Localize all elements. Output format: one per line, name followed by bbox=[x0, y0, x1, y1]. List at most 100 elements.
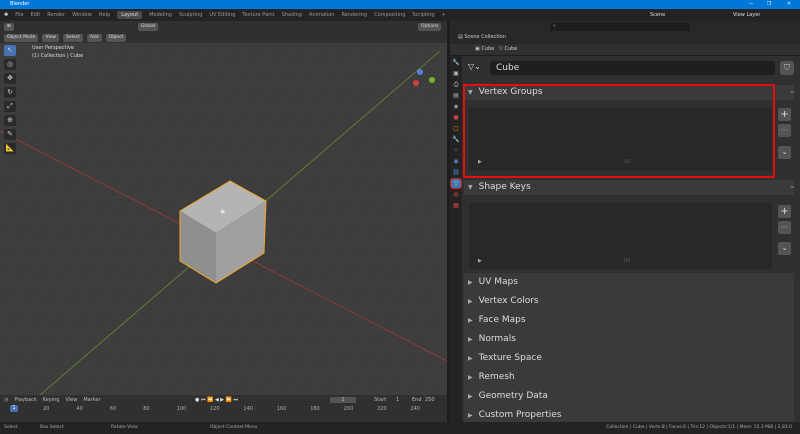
mesh-data-tab-icon[interactable]: ▽ bbox=[450, 178, 462, 189]
tab-layout[interactable]: Layout bbox=[117, 11, 143, 19]
panel-title: Vertex Colors bbox=[478, 296, 539, 306]
drag-handle-icon[interactable]: ═ bbox=[790, 184, 794, 191]
measure-tool-icon[interactable]: 📐 bbox=[4, 143, 16, 154]
start-frame-field[interactable]: 1 bbox=[396, 397, 399, 403]
panel-remesh[interactable]: ▶ Remesh bbox=[464, 368, 794, 387]
scene-collection-label: Scene Collection bbox=[464, 34, 506, 40]
material-tab-icon[interactable]: ◍ bbox=[451, 190, 461, 199]
scene-selector[interactable]: Scene bbox=[650, 12, 665, 18]
panel-custom-properties[interactable]: ▶ Custom Properties bbox=[464, 406, 794, 422]
maximize-button[interactable]: ❐ bbox=[762, 0, 776, 9]
breadcrumb-object[interactable]: Cube bbox=[481, 46, 494, 52]
modifier-tab-icon[interactable]: 🔧 bbox=[451, 135, 461, 144]
panel-title: Texture Space bbox=[478, 353, 542, 363]
menu-object[interactable]: Object bbox=[105, 33, 127, 42]
tab-scripting[interactable]: Scripting bbox=[412, 12, 434, 18]
tab-uv-editing[interactable]: UV Editing bbox=[209, 12, 235, 18]
outliner-scene-collection[interactable]: ▤ Scene Collection bbox=[458, 34, 506, 40]
move-tool-icon[interactable]: ✥ bbox=[4, 73, 16, 84]
menu-render[interactable]: Render bbox=[47, 12, 65, 18]
end-frame-field[interactable]: 250 bbox=[425, 397, 435, 403]
menu-view[interactable]: View bbox=[42, 33, 60, 42]
object-tab-icon[interactable]: ▢ bbox=[451, 124, 461, 133]
menu-help[interactable]: Help bbox=[99, 12, 110, 18]
timeline[interactable]: ◷ Playback Keying View Marker ● ⏮ ⏪ ◀ ▶ … bbox=[0, 395, 447, 422]
view-layer-selector[interactable]: View Layer bbox=[733, 12, 760, 18]
breadcrumb-mesh[interactable]: Cube bbox=[504, 46, 517, 52]
annotate-tool-icon[interactable]: ✎ bbox=[4, 129, 16, 140]
expand-filter-icon[interactable]: ▶ bbox=[478, 258, 482, 264]
remove-vertex-group-button[interactable]: − bbox=[778, 124, 791, 137]
output-tab-icon[interactable]: ⎙ bbox=[451, 80, 461, 89]
view-layer-tab-icon[interactable]: ▤ bbox=[451, 91, 461, 100]
panel-vertex-colors[interactable]: ▶ Vertex Colors bbox=[464, 292, 794, 311]
rotate-tool-icon[interactable]: ↻ bbox=[4, 87, 16, 98]
menu-playback[interactable]: Playback bbox=[14, 397, 36, 403]
status-box-select: Box Select bbox=[40, 425, 64, 430]
cursor-tool-icon[interactable]: ◎ bbox=[4, 59, 16, 70]
frame-tick-label: 240 bbox=[410, 406, 420, 412]
tab-sculpting[interactable]: Sculpting bbox=[179, 12, 202, 18]
panel-uv-maps[interactable]: ▶ UV Maps bbox=[464, 273, 794, 292]
scale-tool-icon[interactable]: ⤢ bbox=[4, 101, 16, 112]
orientation-dropdown[interactable]: Global bbox=[137, 22, 159, 31]
remove-shape-key-button[interactable]: − bbox=[778, 221, 791, 234]
menu-keying[interactable]: Keying bbox=[43, 397, 60, 403]
3d-viewport[interactable]: ✴ ⊞ Global Options Object Mode View Sele… bbox=[0, 21, 447, 395]
transform-tool-icon[interactable]: ⊕ bbox=[4, 115, 16, 126]
tab-animation[interactable]: Animation bbox=[309, 12, 335, 18]
mode-dropdown[interactable]: Object Mode bbox=[4, 33, 39, 42]
vertex-group-specials-button[interactable]: ⌄ bbox=[778, 146, 791, 159]
menu-marker[interactable]: Marker bbox=[83, 397, 100, 403]
mesh-name-field[interactable]: Cube bbox=[490, 61, 775, 75]
properties-breadcrumb: ▣ Cube ▽ Cube bbox=[450, 44, 800, 55]
tab-modeling[interactable]: Modeling bbox=[149, 12, 172, 18]
add-workspace-button[interactable]: + bbox=[442, 12, 446, 18]
panel-texture-space[interactable]: ▶ Texture Space bbox=[464, 349, 794, 368]
options-dropdown[interactable]: Options bbox=[418, 22, 442, 31]
outliner-search-input[interactable]: ⌕ bbox=[550, 23, 690, 31]
render-tab-icon[interactable]: ▣ bbox=[451, 69, 461, 78]
menu-add[interactable]: Add bbox=[86, 33, 102, 42]
panel-shape-keys-header[interactable]: ▼ Shape Keys bbox=[464, 180, 794, 195]
playback-controls[interactable]: ● ⏮ ⏪ ◀ ▶ ⏩ ⏭ bbox=[195, 397, 238, 403]
menu-view[interactable]: View bbox=[65, 397, 77, 403]
world-tab-icon[interactable]: ● bbox=[451, 113, 461, 122]
mesh-icon: ▽⌄ bbox=[468, 62, 481, 71]
frame-tick-label: 40 bbox=[76, 406, 83, 412]
menu-select[interactable]: Select bbox=[63, 33, 83, 42]
physics-tab-icon[interactable]: ◉ bbox=[451, 157, 461, 166]
fake-user-shield-icon[interactable]: ⛉ bbox=[780, 61, 794, 75]
viewport-tool-header: Object Mode View Select Add Object bbox=[0, 32, 447, 43]
menu-window[interactable]: Window bbox=[72, 12, 92, 18]
editor-type-button[interactable]: ⊞ bbox=[4, 22, 14, 31]
resize-grip-icon[interactable]: ⁞⁞⁞⁞ bbox=[624, 258, 630, 264]
select-tool-icon[interactable]: ↖ bbox=[4, 45, 16, 56]
drag-handle-icon[interactable]: ═ bbox=[790, 89, 794, 96]
panel-face-maps[interactable]: ▶ Face Maps bbox=[464, 311, 794, 330]
menu-file[interactable]: File bbox=[15, 12, 23, 18]
menu-edit[interactable]: Edit bbox=[31, 12, 41, 18]
scene-tab-icon[interactable]: ◈ bbox=[451, 102, 461, 111]
current-frame-field[interactable]: 1 bbox=[330, 396, 356, 403]
shape-key-specials-button[interactable]: ⌄ bbox=[778, 242, 791, 255]
tab-compositing[interactable]: Compositing bbox=[374, 12, 405, 18]
shape-keys-list[interactable]: ▶ ⁞⁞⁞⁞ bbox=[469, 203, 772, 269]
minimize-button[interactable]: — bbox=[744, 0, 758, 9]
tool-tab-icon[interactable]: 🔧 bbox=[451, 58, 461, 67]
editor-type-icon[interactable]: ◷ bbox=[4, 397, 8, 403]
panel-geometry-data[interactable]: ▶ Geometry Data bbox=[464, 387, 794, 406]
tab-shading[interactable]: Shading bbox=[282, 12, 302, 18]
add-shape-key-button[interactable]: + bbox=[778, 205, 791, 218]
particles-tab-icon[interactable]: ⁘ bbox=[451, 146, 461, 155]
blender-logo-icon[interactable]: ✺ bbox=[4, 12, 8, 18]
tab-rendering[interactable]: Rendering bbox=[341, 12, 367, 18]
panel-normals[interactable]: ▶ Normals bbox=[464, 330, 794, 349]
add-vertex-group-button[interactable]: + bbox=[778, 108, 791, 121]
tab-texture-paint[interactable]: Texture Paint bbox=[242, 12, 274, 18]
constraints-tab-icon[interactable]: ⛓ bbox=[451, 168, 461, 177]
close-button[interactable]: ✕ bbox=[782, 0, 796, 9]
playhead[interactable]: 1 bbox=[10, 405, 18, 412]
panel-title: Remesh bbox=[478, 372, 515, 382]
texture-tab-icon[interactable]: ▦ bbox=[451, 201, 461, 210]
